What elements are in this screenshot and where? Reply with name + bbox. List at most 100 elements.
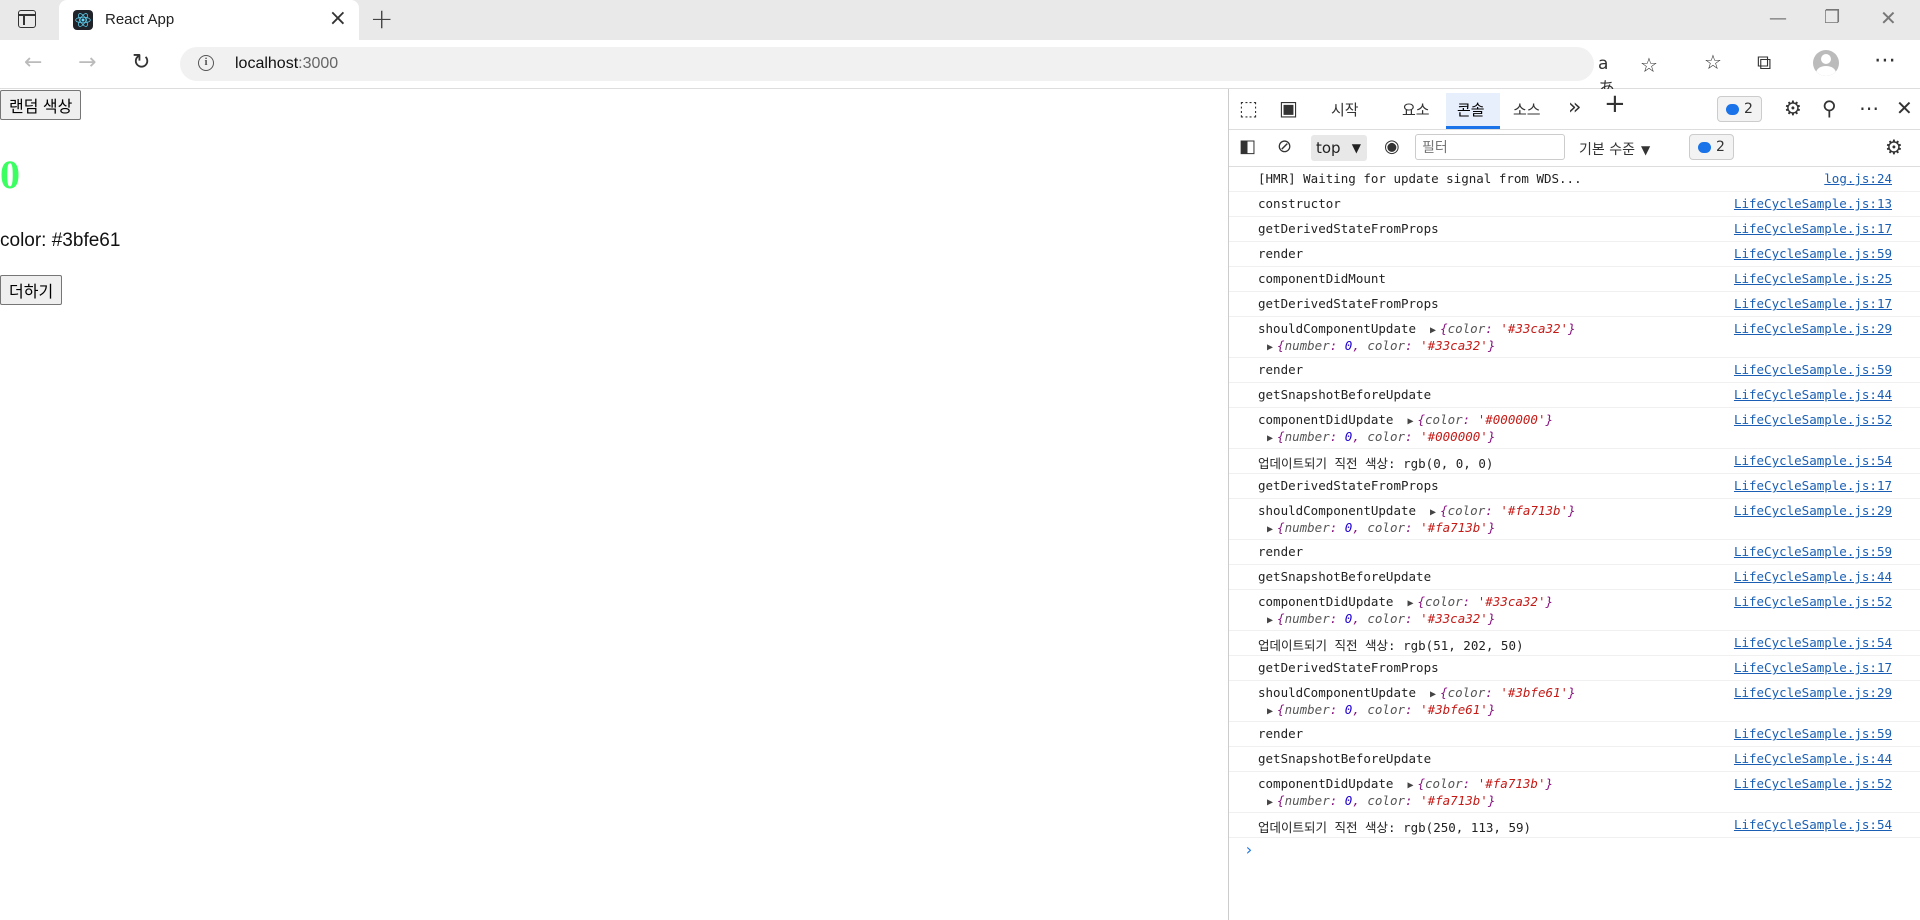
expand-triangle-icon[interactable]: ▶ bbox=[1430, 325, 1436, 336]
console-source-link[interactable]: LifeCycleSample.js:52 bbox=[1734, 776, 1892, 791]
console-source-link[interactable]: LifeCycleSample.js:29 bbox=[1734, 503, 1892, 518]
sidebar-toggle-icon[interactable]: ◧ bbox=[1239, 136, 1256, 158]
console-source-link[interactable]: LifeCycleSample.js:52 bbox=[1734, 412, 1892, 427]
devtools-close-icon[interactable]: ✕ bbox=[1896, 97, 1913, 119]
console-source-link[interactable]: LifeCycleSample.js:54 bbox=[1734, 817, 1892, 832]
console-source-link[interactable]: LifeCycleSample.js:52 bbox=[1734, 594, 1892, 609]
context-selector[interactable]: top ▼ bbox=[1311, 135, 1367, 161]
console-object-preview[interactable]: ▶ {number: 0, color: '#33ca32'} bbox=[1267, 338, 1495, 353]
expand-triangle-icon[interactable]: ▶ bbox=[1407, 416, 1413, 427]
expand-triangle-icon[interactable]: ▶ bbox=[1267, 706, 1273, 717]
tab-close-icon[interactable]: × bbox=[329, 8, 347, 30]
console-source-link[interactable]: LifeCycleSample.js:13 bbox=[1734, 196, 1892, 211]
live-expression-eye-icon[interactable]: ◉ bbox=[1384, 136, 1400, 158]
console-source-link[interactable]: LifeCycleSample.js:17 bbox=[1734, 660, 1892, 675]
console-object-preview[interactable]: ▶ {color: '#fa713b'} bbox=[1407, 776, 1553, 791]
console-source-link[interactable]: LifeCycleSample.js:17 bbox=[1734, 478, 1892, 493]
favorites-icon[interactable]: ☆ bbox=[1704, 50, 1722, 74]
console-source-link[interactable]: LifeCycleSample.js:29 bbox=[1734, 321, 1892, 336]
console-source-link[interactable]: LifeCycleSample.js:44 bbox=[1734, 569, 1892, 584]
filter-input[interactable]: 필터 bbox=[1415, 134, 1565, 160]
add-tab-icon[interactable]: + bbox=[1604, 91, 1626, 117]
inspect-element-icon[interactable]: ⬚ bbox=[1239, 97, 1258, 119]
expand-triangle-icon[interactable]: ▶ bbox=[1267, 524, 1273, 535]
console-message: getSnapshotBeforeUpdate bbox=[1258, 569, 1431, 584]
refresh-icon[interactable]: ↻ bbox=[132, 52, 150, 74]
console-source-link[interactable]: LifeCycleSample.js:17 bbox=[1734, 296, 1892, 311]
device-toolbar-icon[interactable]: ▣ bbox=[1279, 97, 1298, 119]
new-tab-icon[interactable]: + bbox=[370, 5, 393, 33]
expand-triangle-icon[interactable]: ▶ bbox=[1267, 342, 1273, 353]
console-object-preview[interactable]: ▶ {number: 0, color: '#fa713b'} bbox=[1267, 793, 1495, 808]
console-object-preview[interactable]: ▶ {color: '#fa713b'} bbox=[1430, 503, 1576, 518]
back-icon[interactable]: ← bbox=[24, 52, 42, 74]
console-object-preview[interactable]: ▶ {number: 0, color: '#000000'} bbox=[1267, 429, 1495, 444]
console-message-text: componentDidMount bbox=[1258, 271, 1386, 286]
devtools-panel: ⬚ ▣ 시작 요소 콘솔 소스 » + 2 ⚙ ⚲ ⋯ ✕ ◧ ⊘ top ▼ … bbox=[1228, 89, 1920, 920]
console-source-link[interactable]: LifeCycleSample.js:29 bbox=[1734, 685, 1892, 700]
console-object-preview[interactable]: ▶ {color: '#3bfe61'} bbox=[1430, 685, 1576, 700]
console-source-link[interactable]: LifeCycleSample.js:54 bbox=[1734, 635, 1892, 650]
context-value: top bbox=[1316, 139, 1341, 157]
tab-welcome[interactable]: 시작 bbox=[1331, 99, 1359, 120]
console-row: componentDidUpdate ▶ {color: '#000000'} ▶ {n… bbox=[1229, 408, 1920, 449]
tab-console[interactable]: 콘솔 bbox=[1457, 99, 1485, 120]
console-object-preview[interactable]: ▶ {number: 0, color: '#3bfe61'} bbox=[1267, 702, 1495, 717]
console-source-link[interactable]: LifeCycleSample.js:59 bbox=[1734, 544, 1892, 559]
console-message-text: componentDidUpdate bbox=[1258, 412, 1394, 427]
console-source-link[interactable]: LifeCycleSample.js:44 bbox=[1734, 751, 1892, 766]
browser-tab[interactable]: React App × bbox=[59, 0, 359, 40]
expand-triangle-icon[interactable]: ▶ bbox=[1267, 797, 1273, 808]
expand-triangle-icon[interactable]: ▶ bbox=[1407, 598, 1413, 609]
forward-icon[interactable]: → bbox=[78, 52, 96, 74]
address-bar[interactable]: i localhost:3000 aあ ☆ bbox=[180, 47, 1658, 99]
console-message-text: componentDidUpdate bbox=[1258, 594, 1394, 609]
console-source-link[interactable]: LifeCycleSample.js:59 bbox=[1734, 726, 1892, 741]
tab-sources[interactable]: 소스 bbox=[1513, 99, 1541, 120]
toolbar-issues-badge[interactable]: 2 bbox=[1689, 134, 1734, 160]
random-color-button[interactable]: 랜덤 색상 bbox=[0, 90, 82, 120]
console-source-link[interactable]: log.js:24 bbox=[1824, 171, 1892, 186]
minimize-icon[interactable]: — bbox=[1769, 8, 1787, 29]
console-source-link[interactable]: LifeCycleSample.js:59 bbox=[1734, 246, 1892, 261]
console-toolbar: ◧ ⊘ top ▼ ◉ 필터 기본 수준 ▼ 2 ⚙ bbox=[1229, 130, 1920, 167]
collections-icon[interactable]: ⧉ bbox=[1757, 50, 1771, 74]
expand-triangle-icon[interactable]: ▶ bbox=[1267, 615, 1273, 626]
console-prompt[interactable]: › bbox=[1229, 838, 1920, 862]
console-object-preview[interactable]: ▶ {number: 0, color: '#33ca32'} bbox=[1267, 611, 1495, 626]
console-object-preview[interactable]: ▶ {color: '#000000'} bbox=[1407, 412, 1553, 427]
settings-icon[interactable]: ⚙ bbox=[1784, 97, 1802, 119]
add-button[interactable]: 더하기 bbox=[0, 275, 63, 305]
console-row: 업데이트되기 직전 색상: rgb(250, 113, 59) LifeCycle… bbox=[1229, 813, 1920, 838]
expand-triangle-icon[interactable]: ▶ bbox=[1407, 780, 1413, 791]
console-settings-icon[interactable]: ⚙ bbox=[1885, 136, 1903, 158]
console-message-text: 업데이트되기 직전 색상: rgb(51, 202, 50) bbox=[1258, 638, 1524, 653]
tab-actions-icon[interactable] bbox=[18, 10, 36, 28]
issues-badge[interactable]: 2 bbox=[1717, 96, 1762, 122]
more-menu-icon[interactable]: ⋯ bbox=[1874, 48, 1896, 73]
expand-triangle-icon[interactable]: ▶ bbox=[1267, 433, 1273, 444]
console-message-text: shouldComponentUpdate bbox=[1258, 321, 1417, 336]
restore-icon[interactable]: ❐ bbox=[1824, 7, 1840, 28]
tab-elements[interactable]: 요소 bbox=[1402, 99, 1430, 120]
console-source-link[interactable]: LifeCycleSample.js:54 bbox=[1734, 453, 1892, 468]
expand-triangle-icon[interactable]: ▶ bbox=[1430, 507, 1436, 518]
console-source-link[interactable]: LifeCycleSample.js:25 bbox=[1734, 271, 1892, 286]
clear-console-icon[interactable]: ⊘ bbox=[1277, 136, 1292, 158]
window-close-icon[interactable]: ✕ bbox=[1880, 6, 1897, 30]
log-levels-dropdown[interactable]: 기본 수준 ▼ bbox=[1579, 139, 1650, 159]
console-object-preview[interactable]: ▶ {number: 0, color: '#fa713b'} bbox=[1267, 520, 1495, 535]
profile-avatar[interactable] bbox=[1813, 50, 1839, 76]
console-source-link[interactable]: LifeCycleSample.js:17 bbox=[1734, 221, 1892, 236]
more-options-icon[interactable]: ⋯ bbox=[1859, 97, 1879, 119]
console-source-link[interactable]: LifeCycleSample.js:59 bbox=[1734, 362, 1892, 377]
console-object-preview[interactable]: ▶ {color: '#33ca32'} bbox=[1407, 594, 1553, 609]
customize-icon[interactable]: ⚲ bbox=[1822, 97, 1837, 119]
site-info-icon[interactable]: i bbox=[198, 55, 214, 71]
expand-triangle-icon[interactable]: ▶ bbox=[1430, 689, 1436, 700]
favorite-add-icon[interactable]: ☆ bbox=[1640, 53, 1658, 77]
console-source-link[interactable]: LifeCycleSample.js:44 bbox=[1734, 387, 1892, 402]
more-tabs-icon[interactable]: » bbox=[1568, 97, 1581, 119]
console-object-preview[interactable]: ▶ {color: '#33ca32'} bbox=[1430, 321, 1576, 336]
console-message: 업데이트되기 직전 색상: rgb(250, 113, 59) bbox=[1258, 817, 1531, 836]
